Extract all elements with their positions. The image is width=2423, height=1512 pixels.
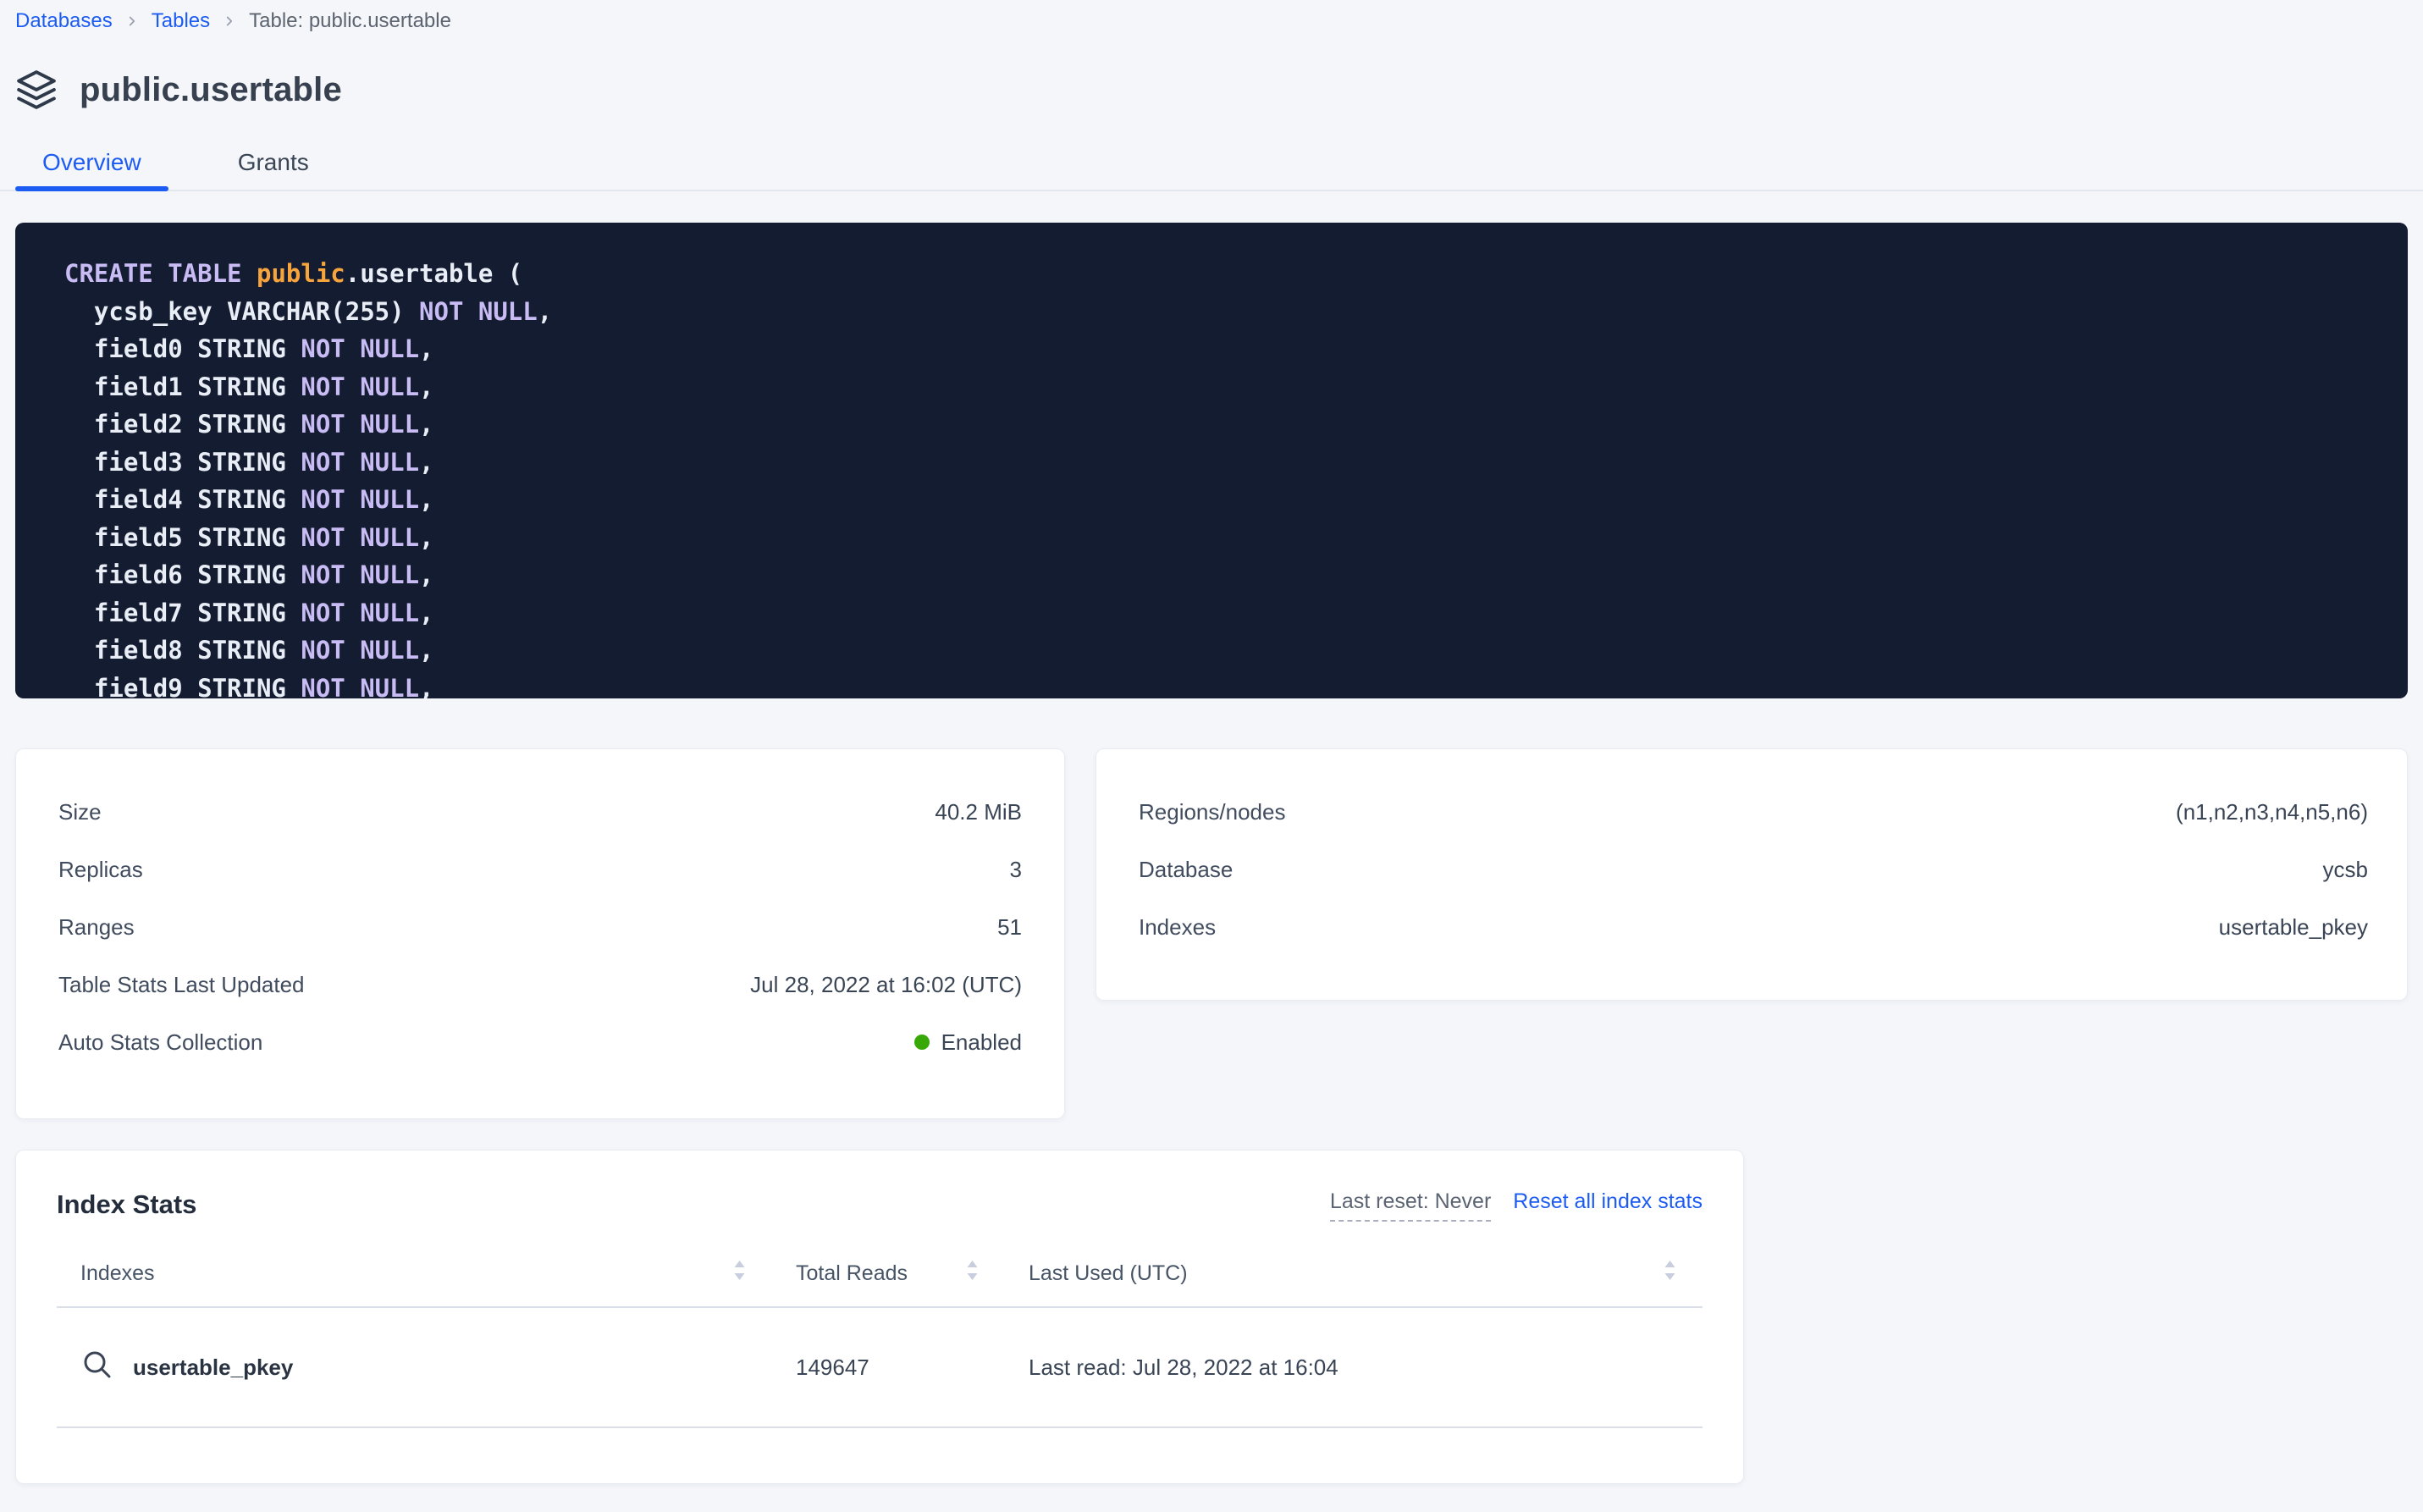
stat-label: Regions/nodes: [1139, 799, 1285, 825]
sql-code-line: field1 STRING NOT NULL,: [64, 368, 2408, 406]
table-row: usertable_pkey 149647 Last read: Jul 28,…: [57, 1308, 1703, 1428]
sort-icon[interactable]: [1663, 1259, 1677, 1288]
sql-code-line: field9 STRING NOT NULL,: [64, 670, 2408, 699]
stat-value: Enabled: [914, 1029, 1022, 1056]
stat-label: Auto Stats Collection: [58, 1029, 262, 1056]
stat-label: Indexes: [1139, 914, 1216, 941]
sql-code-line: CREATE TABLE public.usertable (: [64, 255, 2408, 293]
table-stats-card: Size 40.2 MiB Replicas 3 Ranges 51 Table…: [15, 748, 1065, 1119]
last-used-cell: Last read: Jul 28, 2022 at 16:04: [1005, 1308, 1703, 1426]
column-label: Last Used (UTC): [1029, 1261, 1188, 1286]
stat-label: Table Stats Last Updated: [58, 972, 305, 998]
column-label: Indexes: [80, 1261, 155, 1286]
create-table-sql-box: CREATE TABLE public.usertable ( ycsb_key…: [15, 223, 2408, 698]
page-title: public.usertable: [80, 71, 342, 109]
total-reads-cell: 149647: [772, 1308, 1005, 1426]
column-header-total-reads[interactable]: Total Reads: [772, 1240, 1005, 1306]
stat-value: 3: [1010, 857, 1022, 883]
breadcrumb: Databases Tables Table: public.usertable: [0, 0, 2423, 36]
index-reset-zone: Last reset: Never Reset all index stats: [1330, 1189, 1703, 1222]
sort-icon[interactable]: [965, 1259, 980, 1288]
table-details-page: Databases Tables Table: public.usertable…: [0, 0, 2423, 1512]
page-header: public.usertable: [15, 63, 2408, 117]
index-name: usertable_pkey: [133, 1355, 293, 1381]
sql-code: CREATE TABLE public.usertable ( ycsb_key…: [64, 255, 2408, 698]
stat-value: usertable_pkey: [2219, 914, 2368, 941]
stat-row-ranges: Ranges 51: [58, 898, 1022, 956]
sql-code-line: field4 STRING NOT NULL,: [64, 481, 2408, 519]
last-reset-label[interactable]: Last reset: Never: [1330, 1189, 1491, 1222]
stat-label: Replicas: [58, 857, 143, 883]
breadcrumb-link-databases[interactable]: Databases: [15, 9, 113, 33]
chevron-right-icon: [222, 14, 237, 29]
stat-label: Database: [1139, 857, 1233, 883]
stat-value: (n1,n2,n3,n4,n5,n6): [2176, 799, 2368, 825]
column-header-last-used[interactable]: Last Used (UTC): [1005, 1240, 1703, 1306]
stat-label: Size: [58, 799, 102, 825]
tab-grants[interactable]: Grants: [211, 135, 336, 190]
index-name-cell[interactable]: usertable_pkey: [57, 1308, 772, 1426]
stat-value: ycsb: [2323, 857, 2368, 883]
stat-label: Ranges: [58, 914, 135, 941]
magnifier-icon: [80, 1348, 114, 1388]
index-table-header-row: Indexes Total Reads Last Used (UTC): [57, 1240, 1703, 1308]
layers-stack-icon: [15, 69, 58, 111]
column-label: Total Reads: [796, 1261, 908, 1286]
summary-cards: Size 40.2 MiB Replicas 3 Ranges 51 Table…: [15, 748, 2408, 1119]
column-header-indexes[interactable]: Indexes: [57, 1240, 772, 1306]
chevron-right-icon: [124, 14, 140, 29]
sql-code-line: field2 STRING NOT NULL,: [64, 406, 2408, 444]
sql-code-line: field7 STRING NOT NULL,: [64, 594, 2408, 632]
index-stats-title: Index Stats: [57, 1189, 196, 1220]
sql-code-line: field3 STRING NOT NULL,: [64, 444, 2408, 482]
breadcrumb-current: Table: public.usertable: [249, 9, 451, 33]
index-stats-header: Index Stats Last reset: Never Reset all …: [57, 1189, 1703, 1222]
sql-code-line: field6 STRING NOT NULL,: [64, 556, 2408, 594]
stat-row-replicas: Replicas 3: [58, 841, 1022, 898]
tab-bar: Overview Grants: [0, 135, 2423, 191]
stat-row-auto-stats: Auto Stats Collection Enabled: [58, 1013, 1022, 1071]
sql-code-line: ycsb_key VARCHAR(255) NOT NULL,: [64, 293, 2408, 331]
status-text: Enabled: [941, 1029, 1022, 1056]
sql-code-line: field0 STRING NOT NULL,: [64, 330, 2408, 368]
stat-row-stats-updated: Table Stats Last Updated Jul 28, 2022 at…: [58, 956, 1022, 1013]
stat-row-indexes: Indexes usertable_pkey: [1139, 898, 2368, 956]
reset-all-index-stats-link[interactable]: Reset all index stats: [1513, 1189, 1703, 1214]
sql-code-line: field8 STRING NOT NULL,: [64, 632, 2408, 670]
table-location-card: Regions/nodes (n1,n2,n3,n4,n5,n6) Databa…: [1096, 748, 2408, 1001]
stat-value: 40.2 MiB: [935, 799, 1022, 825]
stat-row-database: Database ycsb: [1139, 841, 2368, 898]
stat-value: Jul 28, 2022 at 16:02 (UTC): [750, 972, 1022, 998]
status-enabled-dot: [914, 1035, 930, 1050]
sql-code-line: field5 STRING NOT NULL,: [64, 519, 2408, 557]
stat-row-size: Size 40.2 MiB: [58, 783, 1022, 841]
breadcrumb-link-tables[interactable]: Tables: [152, 9, 210, 33]
index-stats-card: Index Stats Last reset: Never Reset all …: [15, 1150, 1744, 1484]
stat-value: 51: [997, 914, 1022, 941]
tab-overview[interactable]: Overview: [15, 135, 168, 190]
stat-row-regions: Regions/nodes (n1,n2,n3,n4,n5,n6): [1139, 783, 2368, 841]
index-stats-table: Indexes Total Reads Last Used (UTC): [57, 1240, 1703, 1428]
sort-icon[interactable]: [732, 1259, 747, 1288]
